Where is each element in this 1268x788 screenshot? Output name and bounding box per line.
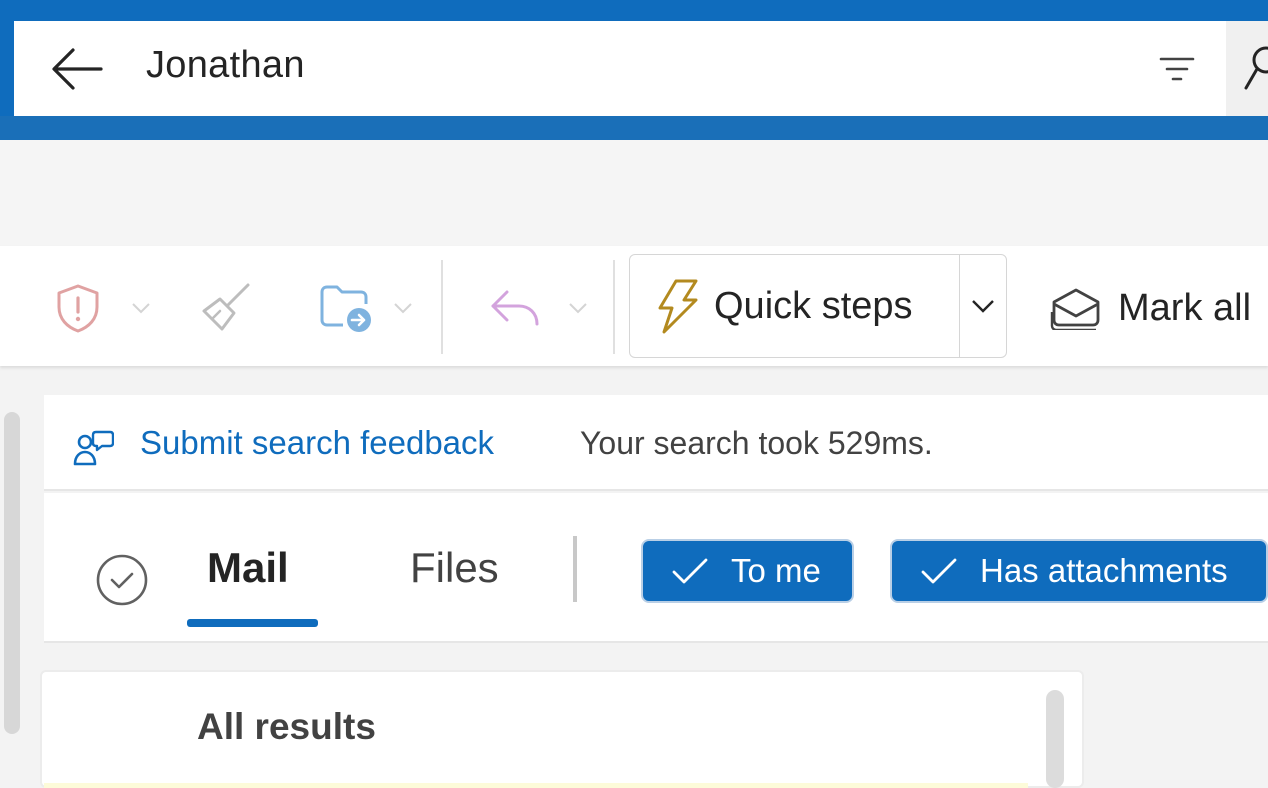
mark-all-read-button[interactable]: Mark all	[1050, 270, 1251, 346]
search-submit-button[interactable]	[1236, 44, 1268, 94]
tab-files[interactable]: Files	[410, 544, 499, 592]
ribbon-divider	[613, 260, 615, 354]
ribbon-divider	[441, 260, 443, 354]
results-heading: All results	[197, 706, 376, 747]
list-item[interactable]	[44, 783, 1028, 788]
chat-feedback-icon[interactable]	[72, 428, 115, 468]
reply-dropdown[interactable]	[563, 290, 593, 326]
move-button[interactable]	[312, 270, 378, 346]
back-arrow-icon	[52, 48, 103, 90]
quick-steps-dropdown[interactable]	[960, 255, 1006, 357]
filter-chip-has-attachments[interactable]: Has attachments	[890, 539, 1268, 603]
tab-mail-indicator	[187, 619, 318, 627]
left-pane-scrollbar[interactable]	[4, 412, 20, 734]
quick-steps-button[interactable]: Quick steps	[630, 255, 959, 357]
move-to-folder-icon	[320, 285, 371, 332]
filter-chip-label: Has attachments	[980, 552, 1228, 589]
check-icon	[672, 558, 708, 584]
broom-icon	[202, 283, 250, 331]
tab-mail[interactable]: Mail	[207, 544, 289, 592]
search-query-text[interactable]: Jonathan	[146, 44, 305, 87]
checkmark-circle-icon	[96, 554, 148, 606]
chevron-down-icon	[132, 303, 150, 314]
select-all-button[interactable]	[95, 553, 149, 607]
header-spacer	[0, 140, 1268, 246]
mark-all-label: Mark all	[1118, 286, 1252, 329]
quick-steps-group: Quick steps	[629, 254, 1007, 358]
filter-icon	[1159, 57, 1195, 81]
filter-chip-label: To me	[731, 552, 821, 589]
search-filter-button[interactable]	[1154, 48, 1200, 90]
move-dropdown[interactable]	[388, 290, 418, 326]
back-button[interactable]	[40, 34, 114, 104]
chevron-down-icon	[972, 300, 994, 313]
lightning-icon	[654, 278, 700, 334]
reply-button[interactable]	[480, 270, 550, 346]
sweep-button[interactable]	[190, 270, 260, 346]
chevron-down-icon	[569, 303, 587, 314]
envelope-open-icon	[1050, 288, 1100, 330]
shield-icon	[57, 284, 99, 333]
quick-steps-label: Quick steps	[714, 284, 913, 327]
filter-chip-to-me[interactable]: To me	[641, 539, 854, 603]
search-time-text: Your search took 529ms.	[580, 425, 933, 461]
search-icon	[1244, 46, 1268, 90]
top-band-lower	[0, 116, 1268, 140]
report-dropdown[interactable]	[126, 290, 156, 326]
submit-feedback-link[interactable]: Submit search feedback	[140, 424, 494, 462]
reply-icon	[491, 290, 539, 326]
report-button[interactable]	[48, 270, 108, 346]
chevron-down-icon	[394, 303, 412, 314]
tabs-divider	[573, 536, 577, 602]
results-scrollbar[interactable]	[1046, 690, 1064, 788]
check-icon	[921, 558, 957, 584]
